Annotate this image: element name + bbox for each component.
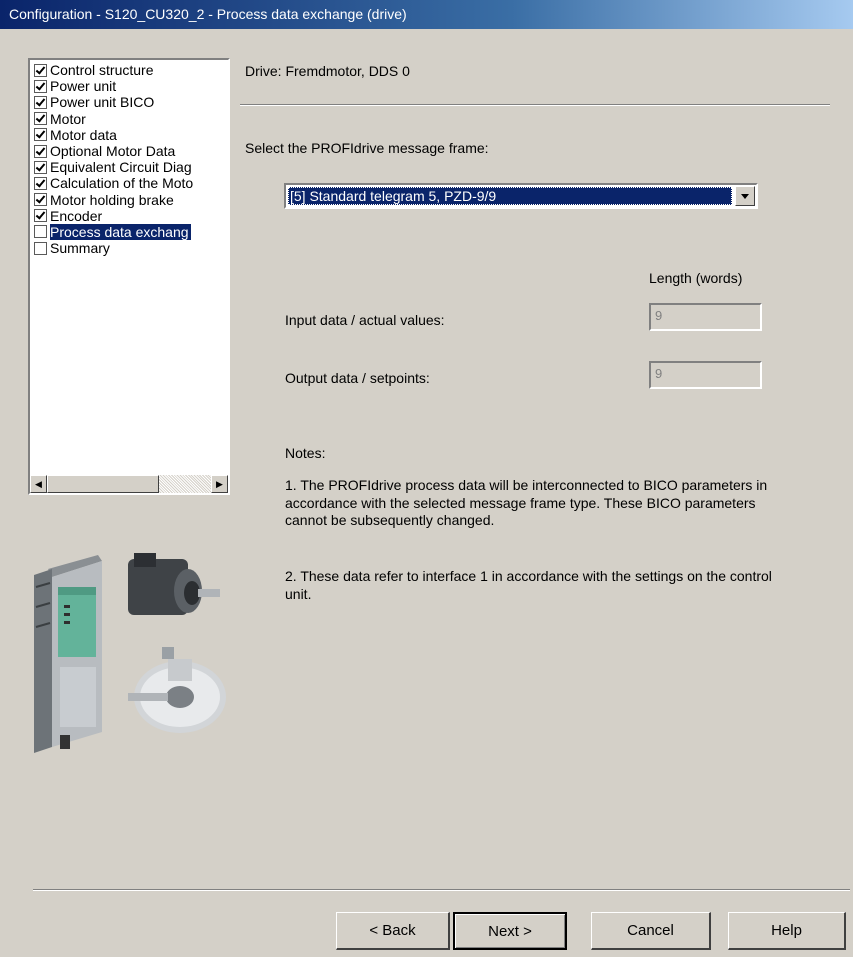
wizard-step-label: Equivalent Circuit Diag	[50, 159, 192, 176]
wizard-step-label: Power unit	[50, 78, 117, 95]
wizard-step-item[interactable]: Motor data	[34, 127, 228, 143]
checkbox-unchecked-icon	[34, 225, 47, 239]
message-frame-label: Select the PROFIdrive message frame:	[245, 140, 489, 156]
window-title: Configuration - S120_CU320_2 - Process d…	[0, 0, 853, 29]
wizard-step-item[interactable]: Summary	[34, 240, 228, 256]
input-data-label: Input data / actual values:	[285, 312, 445, 328]
wizard-step-label: Motor data	[50, 126, 117, 143]
message-frame-selected: [5] Standard telegram 5, PZD-9/9	[288, 187, 732, 205]
checkbox-checked-icon	[34, 209, 47, 223]
wizard-step-label: Summary	[50, 240, 110, 257]
input-data-length-field[interactable]: 9	[649, 303, 762, 331]
checkbox-checked-icon	[34, 95, 47, 109]
wizard-step-label: Control structure	[50, 62, 154, 79]
wizard-step-item[interactable]: Power unit	[34, 78, 228, 94]
chevron-down-icon[interactable]	[735, 186, 755, 206]
wizard-step-label: Motor	[50, 110, 86, 127]
arrow-right-icon: ▶	[216, 478, 223, 489]
help-button[interactable]: Help	[728, 912, 846, 950]
wizard-step-label: Motor holding brake	[50, 191, 174, 208]
note-1: 1. The PROFIdrive process data will be i…	[285, 477, 768, 528]
wizard-step-tree[interactable]: Control structure Power unit Power unit BI…	[28, 58, 230, 495]
length-column-header: Length (words)	[649, 270, 743, 286]
output-data-label: Output data / setpoints:	[285, 370, 430, 386]
wizard-step-item[interactable]: Motor holding brake	[34, 192, 228, 208]
checkbox-checked-icon	[34, 144, 47, 158]
checkbox-checked-icon	[34, 176, 47, 190]
scroll-right-button[interactable]: ▶	[211, 475, 228, 493]
checkbox-checked-icon	[34, 63, 47, 77]
drive-motor-encoder-illustration	[34, 553, 226, 753]
arrow-left-icon: ◀	[35, 478, 42, 489]
horizontal-scrollbar[interactable]: ◀ ▶	[30, 475, 228, 493]
checkbox-checked-icon	[34, 128, 47, 142]
footer-divider	[33, 889, 850, 891]
servo-motor-image	[128, 553, 220, 615]
drive-label: Drive: Fremdmotor, DDS 0	[245, 63, 410, 79]
wizard-step-label: Power unit BICO	[50, 94, 155, 111]
output-data-length-field[interactable]: 9	[649, 361, 762, 389]
wizard-step-item[interactable]: Calculation of the Moto	[34, 175, 228, 191]
wizard-step-label: Optional Motor Data	[50, 143, 176, 160]
scrollbar-thumb[interactable]	[47, 475, 159, 493]
wizard-step-label: Calculation of the Moto	[50, 175, 194, 192]
note-2: 2. These data refer to interface 1 in ac…	[285, 568, 772, 602]
wizard-step-item[interactable]: Process data exchang	[34, 223, 228, 240]
header-divider	[240, 104, 830, 106]
wizard-step-item[interactable]: Encoder	[34, 208, 228, 224]
wizard-step-label: Encoder	[50, 207, 103, 224]
drive-unit-image	[34, 555, 102, 753]
wizard-step-item[interactable]: Control structure	[34, 62, 228, 78]
next-button[interactable]: Next >	[453, 912, 567, 950]
wizard-step-label: Process data exchang	[50, 223, 191, 240]
wizard-step-item[interactable]: Power unit BICO	[34, 94, 228, 110]
wizard-step-item[interactable]: Motor	[34, 111, 228, 127]
scroll-left-button[interactable]: ◀	[30, 475, 47, 493]
encoder-image	[128, 647, 226, 733]
checkbox-checked-icon	[34, 112, 47, 126]
wizard-step-item[interactable]: Optional Motor Data	[34, 143, 228, 159]
back-button[interactable]: < Back	[336, 912, 450, 950]
notes-title: Notes:	[285, 445, 326, 461]
checkbox-unchecked-icon	[34, 241, 47, 255]
checkbox-checked-icon	[34, 193, 47, 207]
checkbox-checked-icon	[34, 160, 47, 174]
scrollbar-track[interactable]	[159, 475, 211, 493]
message-frame-dropdown[interactable]: [5] Standard telegram 5, PZD-9/9	[284, 183, 758, 209]
wizard-step-list: Control structure Power unit Power unit BI…	[34, 62, 228, 256]
checkbox-checked-icon	[34, 79, 47, 93]
wizard-step-item[interactable]: Equivalent Circuit Diag	[34, 159, 228, 175]
cancel-button[interactable]: Cancel	[591, 912, 711, 950]
